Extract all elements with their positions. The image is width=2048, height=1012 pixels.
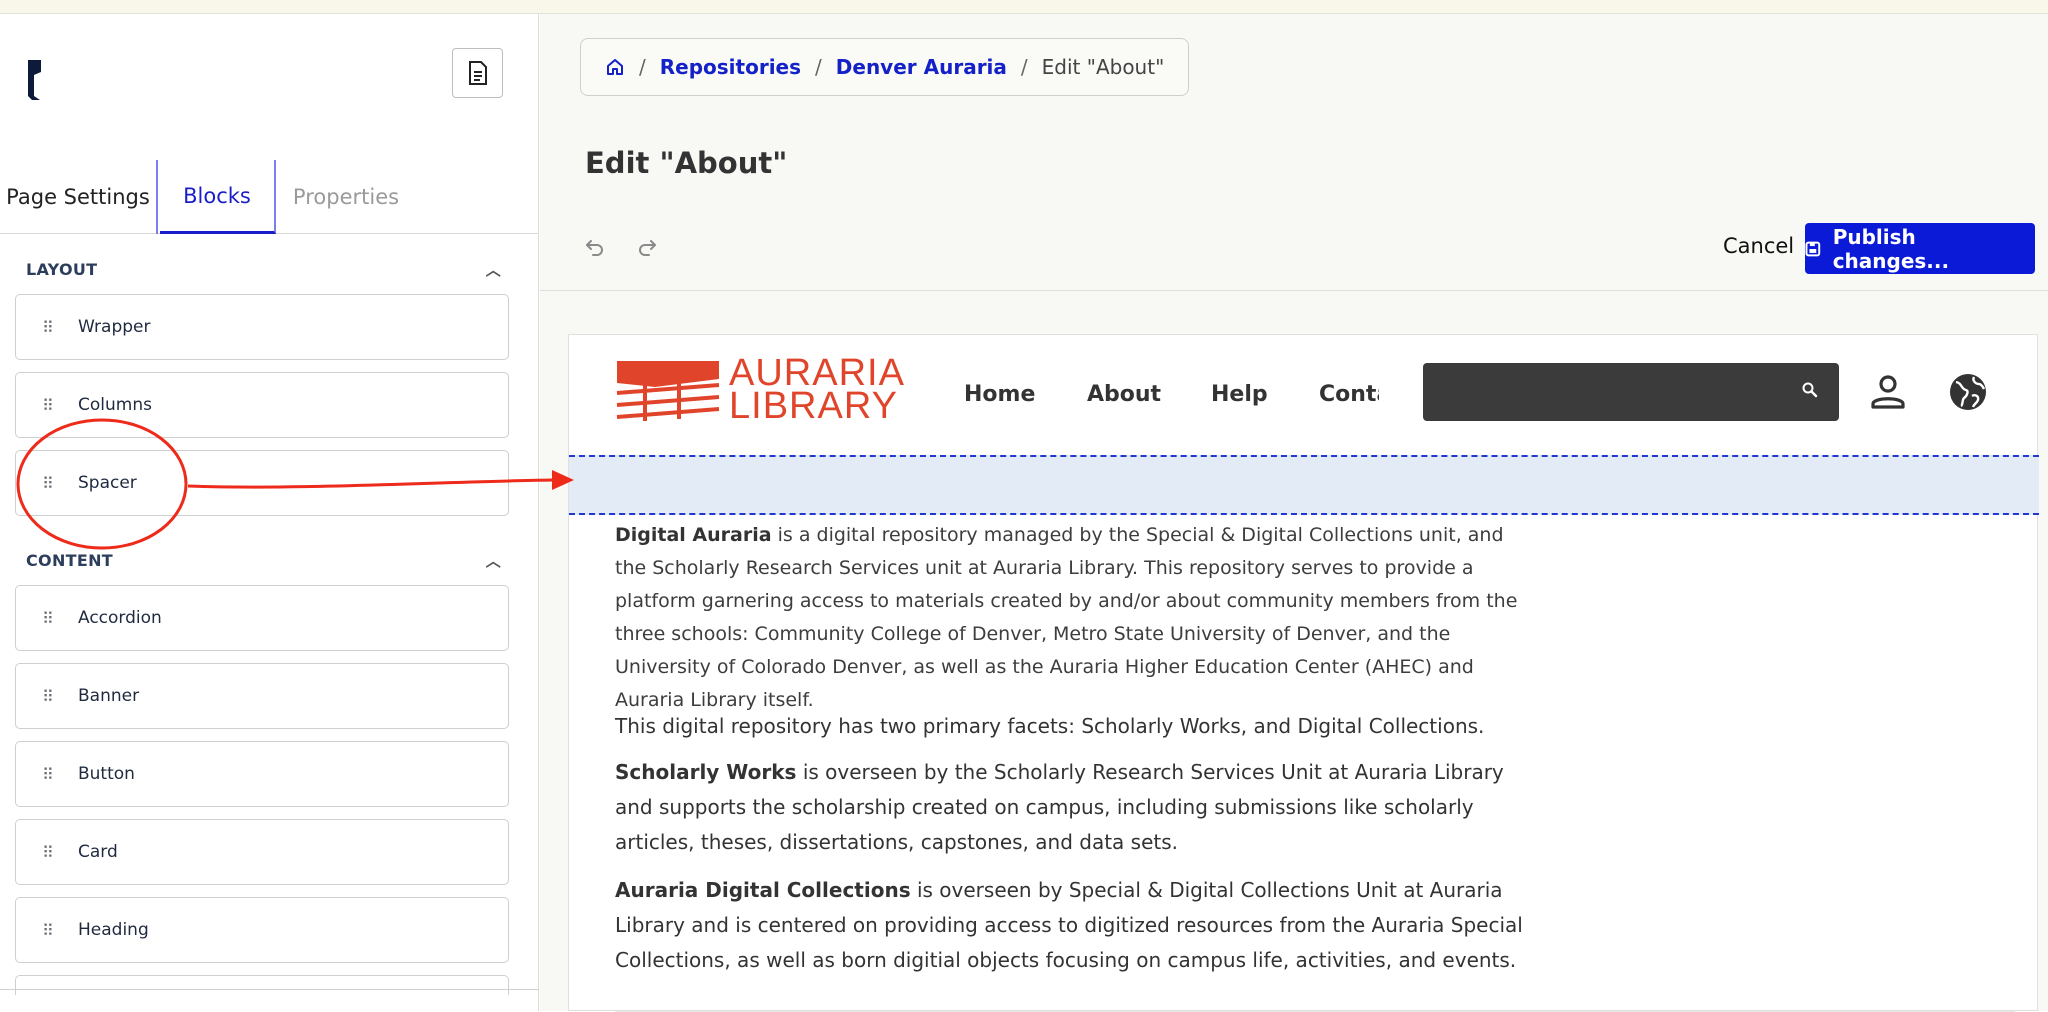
undo-icon[interactable] — [584, 236, 606, 258]
grip-icon: ⠿ — [42, 764, 54, 784]
about-paragraph-4: Auraria Digital Collections is overseen … — [615, 873, 1535, 978]
block-item-label: Columns — [78, 395, 152, 415]
digital-collections-bold: Auraria Digital Collections — [615, 878, 911, 902]
block-item-accordion[interactable]: ⠿ Accordion — [15, 585, 509, 651]
cancel-button[interactable]: Cancel — [1723, 234, 1794, 258]
breadcrumb-current: Edit "About" — [1041, 55, 1165, 79]
chevron-up-icon: ︿ — [485, 260, 501, 279]
tab-properties[interactable]: Properties — [278, 160, 414, 234]
nav-contact[interactable]: Contact — [1319, 382, 1379, 407]
doc-icon — [468, 61, 487, 85]
grip-icon: ⠿ — [42, 473, 54, 493]
nav-home[interactable]: Home — [964, 382, 1035, 407]
grip-icon: ⠿ — [42, 920, 54, 940]
spacer-drop-zone[interactable] — [569, 455, 2039, 515]
grip-icon: ⠿ — [42, 842, 54, 862]
nav-about[interactable]: About — [1087, 382, 1161, 407]
page-document-button[interactable] — [452, 48, 503, 98]
grip-icon: ⠿ — [42, 395, 54, 415]
breadcrumb-separator: / — [1020, 55, 1028, 79]
app-logo — [28, 60, 41, 100]
block-item-label: Heading — [78, 920, 149, 940]
block-item-button[interactable]: ⠿ Button — [15, 741, 509, 807]
about-paragraph-1: Digital Auraria is a digital repository … — [615, 519, 1535, 717]
nav-help[interactable]: Help — [1211, 382, 1268, 407]
block-item-label: Button — [78, 764, 135, 784]
home-icon[interactable] — [605, 57, 625, 77]
user-icon[interactable] — [1869, 373, 1907, 411]
publish-changes-button[interactable]: Publish changes... — [1805, 223, 2035, 274]
tab-page-settings[interactable]: Page Settings — [0, 160, 158, 234]
block-item-card[interactable]: ⠿ Card — [15, 819, 509, 885]
search-icon[interactable] — [1801, 381, 1819, 399]
chevron-up-icon: ︿ — [485, 551, 501, 570]
content-section-header[interactable]: CONTENT ︿ — [26, 545, 501, 575]
page-title: Edit "About" — [585, 146, 788, 180]
redo-icon[interactable] — [636, 236, 658, 258]
save-icon — [1805, 241, 1821, 256]
top-strip — [0, 0, 2048, 14]
grip-icon: ⠿ — [42, 608, 54, 628]
block-item-spacer[interactable]: ⠿ Spacer — [15, 450, 509, 516]
block-item-wrapper[interactable]: ⠿ Wrapper — [15, 294, 509, 360]
block-item-columns[interactable]: ⠿ Columns — [15, 372, 509, 438]
block-item-label: Accordion — [78, 608, 162, 628]
sidebar-divider — [0, 989, 539, 990]
block-item-heading[interactable]: ⠿ Heading — [15, 897, 509, 963]
logo-line-2: LIBRARY — [729, 385, 898, 427]
digital-auraria-bold: Digital Auraria — [615, 524, 772, 546]
sidebar: Page Settings Blocks Properties LAYOUT ︿… — [0, 14, 539, 1011]
toolbar-divider — [540, 290, 2048, 291]
tab-blocks[interactable]: Blocks — [160, 160, 276, 234]
breadcrumb-denver-auraria[interactable]: Denver Auraria — [836, 55, 1007, 79]
layout-section-header[interactable]: LAYOUT ︿ — [26, 254, 501, 284]
scholarly-works-bold: Scholarly Works — [615, 760, 797, 784]
block-item-banner[interactable]: ⠿ Banner — [15, 663, 509, 729]
about-paragraph-1-text: is a digital repository managed by the S… — [615, 524, 1518, 711]
globe-icon[interactable] — [1947, 371, 1989, 413]
block-item-label: Wrapper — [78, 317, 151, 337]
block-item-label: Banner — [78, 686, 140, 706]
editor-main: / Repositories / Denver Auraria / Edit "… — [540, 14, 2048, 1012]
block-item-label: Spacer — [78, 473, 137, 493]
sidebar-tabs: Page Settings Blocks Properties — [0, 160, 539, 234]
about-paragraph-2: This digital repository has two primary … — [615, 714, 1485, 738]
library-logo-mark — [616, 361, 720, 421]
section-title: CONTENT — [26, 550, 113, 570]
about-paragraph-3: Scholarly Works is overseen by the Schol… — [615, 755, 1535, 860]
breadcrumb-repositories[interactable]: Repositories — [660, 55, 801, 79]
breadcrumb-separator: / — [639, 55, 646, 79]
block-item-partial[interactable] — [15, 975, 509, 995]
block-item-label: Card — [78, 842, 118, 862]
search-input[interactable] — [1423, 363, 1839, 421]
publish-label: Publish changes... — [1832, 224, 1950, 273]
auraria-library-logo[interactable]: AURARIA LIBRARY — [615, 354, 904, 425]
grip-icon: ⠿ — [42, 686, 54, 706]
page-preview: AURARIA LIBRARY Home About Help Contact … — [568, 334, 2039, 1012]
breadcrumb-separator: / — [815, 55, 822, 79]
breadcrumb: / Repositories / Denver Auraria / Edit "… — [580, 38, 1190, 96]
section-title: LAYOUT — [26, 259, 98, 279]
grip-icon: ⠿ — [42, 317, 54, 337]
